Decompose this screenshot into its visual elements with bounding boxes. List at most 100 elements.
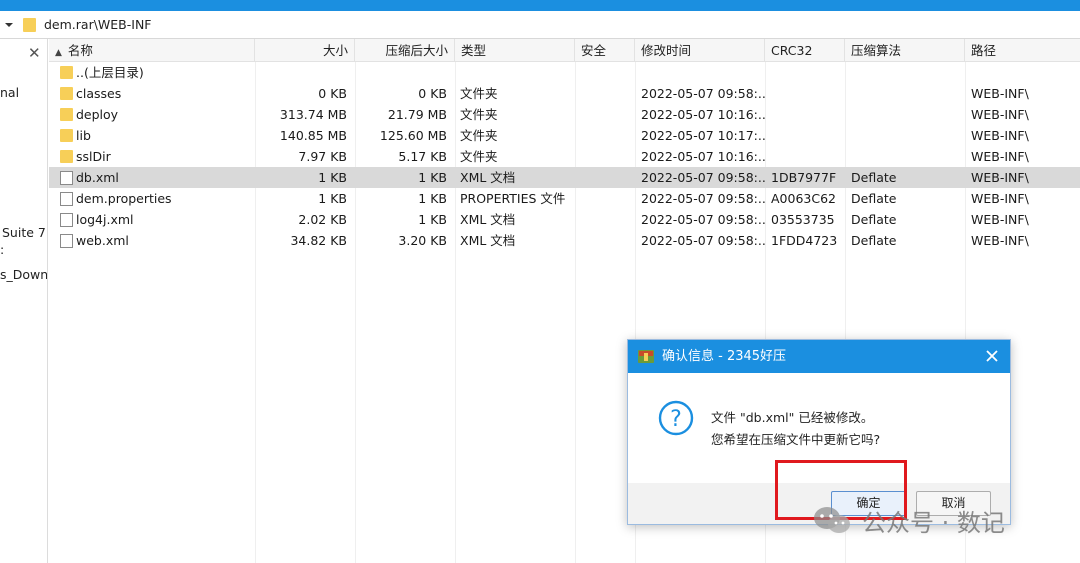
path-cell: WEB-INF\ <box>971 149 1029 164</box>
table-row[interactable]: lib 140.85 MB 125.60 MB 文件夹 2022-05-07 10:17… <box>49 125 1080 146</box>
column-header-crc32[interactable]: CRC32 <box>765 39 845 62</box>
packed-size-cell: 0 KB <box>418 86 447 101</box>
method-cell <box>851 146 965 167</box>
file-name-cell: lib <box>76 128 91 143</box>
security-cell <box>580 125 635 146</box>
type-cell: 文件夹 <box>460 149 498 164</box>
size-cell: 34.82 KB <box>290 233 347 248</box>
type-cell: XML 文档 <box>460 233 516 248</box>
size-cell <box>255 62 347 83</box>
folder-icon <box>60 66 73 79</box>
table-row[interactable]: dem.properties 1 KB 1 KB PROPERTIES 文件 2022-… <box>49 188 1080 209</box>
security-cell <box>580 230 635 251</box>
column-header-security[interactable]: 安全 <box>575 39 635 62</box>
column-header-path[interactable]: 路径 <box>965 39 1080 62</box>
column-header-size[interactable]: 大小 <box>255 39 355 62</box>
column-header-type[interactable]: 类型 <box>455 39 575 62</box>
file-name-cell: db.xml <box>76 170 119 185</box>
path-cell: WEB-INF\ <box>971 86 1029 101</box>
method-cell <box>851 104 965 125</box>
table-row[interactable]: web.xml 34.82 KB 3.20 KB XML 文档 2022-05-07 0… <box>49 230 1080 251</box>
crc32-cell <box>771 146 845 167</box>
question-icon: ? <box>658 400 694 436</box>
packed-size-cell: 5.17 KB <box>398 149 447 164</box>
table-row[interactable]: ..(上层目录) <box>49 62 1080 83</box>
packed-size-cell: 21.79 MB <box>387 107 447 122</box>
file-name-cell: web.xml <box>76 233 129 248</box>
size-cell: 7.97 KB <box>298 149 347 164</box>
dialog-message-line1: 文件 "db.xml" 已经被修改。 <box>711 410 874 425</box>
left-pane-item[interactable]: s_Down_ <box>0 267 47 282</box>
method-cell <box>851 125 965 146</box>
crc32-cell: A0063C62 <box>771 191 836 206</box>
file-icon <box>60 171 73 185</box>
table-row[interactable]: sslDir 7.97 KB 5.17 KB 文件夹 2022-05-07 10:16:… <box>49 146 1080 167</box>
security-cell <box>580 146 635 167</box>
table-row[interactable]: deploy 313.74 MB 21.79 MB 文件夹 2022-05-07 10:… <box>49 104 1080 125</box>
type-cell: 文件夹 <box>460 86 498 101</box>
crc32-cell <box>771 83 845 104</box>
type-cell: 文件夹 <box>460 107 498 122</box>
watermark-text: 公众号 · 数记 <box>862 508 1005 537</box>
type-cell <box>460 62 575 83</box>
folder-icon <box>60 150 73 163</box>
size-cell: 0 KB <box>318 86 347 101</box>
file-name-cell: ..(上层目录) <box>76 65 144 80</box>
dropdown-arrow-icon[interactable] <box>3 19 15 31</box>
path-cell: WEB-INF\ <box>971 170 1029 185</box>
address-path[interactable]: dem.rar\WEB-INF <box>44 17 152 32</box>
path-cell: WEB-INF\ <box>971 212 1029 227</box>
sort-up-icon: ▲ <box>55 48 62 58</box>
dialog-message-line2: 您希望在压缩文件中更新它吗? <box>711 432 881 447</box>
folder-icon <box>23 17 36 32</box>
column-header-packed-size[interactable]: 压缩后大小 <box>355 39 455 62</box>
crc32-cell <box>771 104 845 125</box>
file-name-cell: sslDir <box>76 149 111 164</box>
dialog-title: 确认信息 - 2345好压 <box>662 349 787 364</box>
file-name-cell: classes <box>76 86 122 101</box>
path-cell: WEB-INF\ <box>971 233 1029 248</box>
column-header-name[interactable]: ▲ 名称 <box>49 39 255 62</box>
type-cell: 文件夹 <box>460 128 498 143</box>
table-row[interactable]: db.xml 1 KB 1 KB XML 文档 2022-05-07 09:58:...… <box>49 167 1080 188</box>
column-header-modified[interactable]: 修改时间 <box>635 39 765 62</box>
modified-cell: 2022-05-07 09:58:... <box>641 191 765 206</box>
size-cell: 2.02 KB <box>298 212 347 227</box>
dialog-title-bar[interactable]: 确认信息 - 2345好压 <box>628 340 1010 373</box>
modified-cell: 2022-05-07 10:17:... <box>641 128 765 143</box>
left-pane-item[interactable]: : <box>0 242 4 257</box>
security-cell <box>580 167 635 188</box>
folder-icon <box>60 129 73 142</box>
crc32-cell <box>771 125 845 146</box>
crc32-cell: 1FDD4723 <box>771 233 838 248</box>
method-cell <box>851 62 965 83</box>
file-icon <box>60 192 73 206</box>
crc32-cell <box>771 62 845 83</box>
column-header-row: ▲ 名称 大小 压缩后大小 类型 安全 修改时间 CRC32 压缩算法 路径 <box>49 39 1080 62</box>
type-cell: XML 文档 <box>460 170 516 185</box>
type-cell: XML 文档 <box>460 212 516 227</box>
packed-size-cell: 3.20 KB <box>398 233 447 248</box>
folder-icon <box>60 108 73 121</box>
security-cell <box>580 188 635 209</box>
packed-size-cell: 1 KB <box>418 191 447 206</box>
packed-size-cell <box>355 62 447 83</box>
file-icon <box>60 234 73 248</box>
left-pane-item[interactable]: Suite 7 <box>2 225 46 240</box>
file-name-cell: log4j.xml <box>76 212 134 227</box>
modified-cell: 2022-05-07 10:16:... <box>641 149 765 164</box>
left-pane: ✕ nal Suite 7 : s_Down_ <box>0 39 48 563</box>
table-row[interactable]: classes 0 KB 0 KB 文件夹 2022-05-07 09:58:... WE… <box>49 83 1080 104</box>
address-bar[interactable]: dem.rar\WEB-INF <box>0 11 1080 39</box>
close-icon[interactable] <box>982 346 1002 366</box>
app-logo-icon <box>638 350 654 363</box>
table-row[interactable]: log4j.xml 2.02 KB 1 KB XML 文档 2022-05-07 09:… <box>49 209 1080 230</box>
size-cell: 1 KB <box>318 191 347 206</box>
column-header-method[interactable]: 压缩算法 <box>845 39 965 62</box>
modified-cell <box>641 62 765 83</box>
method-cell: Deflate <box>851 212 897 227</box>
modified-cell: 2022-05-07 09:58:... <box>641 86 765 101</box>
method-cell <box>851 83 965 104</box>
close-icon[interactable]: ✕ <box>28 44 41 62</box>
left-pane-item[interactable]: nal <box>0 85 19 100</box>
